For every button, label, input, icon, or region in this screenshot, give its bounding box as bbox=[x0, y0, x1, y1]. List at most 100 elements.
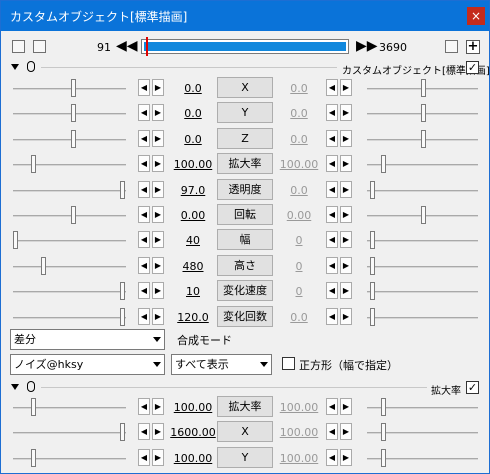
end-slider-track[interactable] bbox=[367, 265, 478, 268]
start-value[interactable]: 100.00 bbox=[170, 401, 216, 414]
decrement-button[interactable]: ◀ bbox=[138, 104, 150, 122]
end-slider-track[interactable] bbox=[367, 316, 478, 319]
start-slider-track[interactable] bbox=[13, 265, 126, 268]
end-slider-thumb[interactable] bbox=[421, 79, 426, 97]
group-enable-checkbox[interactable]: ✓ bbox=[466, 381, 479, 394]
decrement-button[interactable]: ◀ bbox=[138, 282, 150, 300]
increment-button[interactable]: ▶ bbox=[152, 423, 164, 441]
end-value[interactable]: 0 bbox=[276, 260, 322, 273]
start-slider-track[interactable] bbox=[13, 291, 126, 294]
decrement-button[interactable]: ◀ bbox=[326, 206, 338, 223]
start-slider-track[interactable] bbox=[13, 240, 126, 243]
link-icon[interactable] bbox=[445, 40, 458, 53]
title-bar[interactable]: カスタムオブジェクト[標準描画] × bbox=[1, 1, 489, 31]
end-value[interactable]: 0.0 bbox=[276, 107, 322, 120]
start-slider-thumb[interactable] bbox=[120, 282, 125, 301]
increment-button[interactable]: ▶ bbox=[340, 180, 352, 198]
start-slider-thumb[interactable] bbox=[71, 104, 76, 123]
end-slider-thumb[interactable] bbox=[381, 423, 386, 442]
param-button[interactable]: 幅 bbox=[217, 229, 273, 251]
decrement-button[interactable]: ◀ bbox=[138, 256, 150, 274]
start-slider-thumb[interactable] bbox=[120, 180, 125, 199]
increment-button[interactable]: ▶ bbox=[152, 256, 164, 274]
end-value[interactable]: 0 bbox=[276, 234, 322, 247]
increment-button[interactable]: ▶ bbox=[340, 155, 352, 173]
decrement-button[interactable]: ◀ bbox=[138, 398, 150, 415]
end-value[interactable]: 0.0 bbox=[276, 133, 322, 146]
end-value[interactable]: 0.00 bbox=[276, 209, 322, 222]
decrement-button[interactable]: ◀ bbox=[138, 423, 150, 441]
decrement-button[interactable]: ◀ bbox=[326, 104, 338, 122]
increment-button[interactable]: ▶ bbox=[340, 398, 352, 415]
increment-button[interactable]: ▶ bbox=[152, 79, 164, 96]
start-value[interactable]: 0.0 bbox=[170, 82, 216, 95]
start-value[interactable]: 0.0 bbox=[170, 107, 216, 120]
decrement-button[interactable]: ◀ bbox=[138, 180, 150, 198]
start-value[interactable]: 40 bbox=[170, 234, 216, 247]
start-slider-thumb[interactable] bbox=[71, 79, 76, 97]
start-slider-thumb[interactable] bbox=[71, 206, 76, 224]
increment-button[interactable]: ▶ bbox=[152, 282, 164, 300]
end-value[interactable]: 0.0 bbox=[276, 82, 322, 95]
start-slider-track[interactable] bbox=[13, 432, 126, 435]
increment-button[interactable]: ▶ bbox=[152, 155, 164, 173]
start-slider-track[interactable] bbox=[13, 88, 126, 90]
start-slider-thumb[interactable] bbox=[71, 129, 76, 148]
decrement-button[interactable]: ◀ bbox=[138, 155, 150, 173]
end-value[interactable]: 100.00 bbox=[276, 452, 322, 465]
start-slider-thumb[interactable] bbox=[41, 256, 46, 275]
decrement-button[interactable]: ◀ bbox=[326, 79, 338, 96]
end-slider-track[interactable] bbox=[367, 189, 478, 192]
decrement-button[interactable]: ◀ bbox=[326, 448, 338, 466]
timeline-bar[interactable] bbox=[141, 37, 349, 56]
increment-button[interactable]: ▶ bbox=[340, 423, 352, 441]
increment-button[interactable]: ▶ bbox=[152, 231, 164, 249]
start-slider-track[interactable] bbox=[13, 407, 126, 409]
close-button[interactable]: × bbox=[467, 7, 485, 25]
increment-button[interactable]: ▶ bbox=[152, 104, 164, 122]
increment-button[interactable]: ▶ bbox=[152, 129, 164, 147]
end-slider-thumb[interactable] bbox=[381, 155, 386, 174]
end-value[interactable]: 100.00 bbox=[276, 401, 322, 414]
collapse-icon[interactable] bbox=[11, 384, 19, 390]
end-slider-thumb[interactable] bbox=[370, 231, 375, 250]
decrement-button[interactable]: ◀ bbox=[138, 231, 150, 249]
decrement-button[interactable]: ◀ bbox=[326, 398, 338, 415]
start-slider-thumb[interactable] bbox=[31, 448, 36, 467]
timeline-cursor[interactable] bbox=[146, 37, 148, 56]
decrement-button[interactable]: ◀ bbox=[326, 423, 338, 441]
increment-button[interactable]: ▶ bbox=[340, 129, 352, 147]
start-slider-thumb[interactable] bbox=[31, 398, 36, 416]
decrement-button[interactable]: ◀ bbox=[326, 231, 338, 249]
start-slider-thumb[interactable] bbox=[31, 155, 36, 174]
end-value[interactable]: 0.0 bbox=[276, 184, 322, 197]
decrement-button[interactable]: ◀ bbox=[326, 282, 338, 300]
start-value[interactable]: 120.0 bbox=[170, 311, 216, 324]
increment-button[interactable]: ▶ bbox=[152, 448, 164, 466]
decrement-button[interactable]: ◀ bbox=[326, 155, 338, 173]
increment-button[interactable]: ▶ bbox=[340, 448, 352, 466]
video-icon[interactable] bbox=[12, 40, 25, 53]
decrement-button[interactable]: ◀ bbox=[138, 307, 150, 325]
start-slider-track[interactable] bbox=[13, 316, 126, 319]
add-filter-button[interactable]: + bbox=[466, 40, 480, 54]
start-slider-track[interactable] bbox=[13, 113, 126, 116]
increment-button[interactable]: ▶ bbox=[340, 231, 352, 249]
param-button[interactable]: 拡大率 bbox=[217, 153, 273, 175]
end-value[interactable]: 100.00 bbox=[276, 426, 322, 439]
increment-button[interactable]: ▶ bbox=[152, 206, 164, 223]
start-value[interactable]: 100.00 bbox=[170, 452, 216, 465]
increment-button[interactable]: ▶ bbox=[340, 282, 352, 300]
increment-button[interactable]: ▶ bbox=[340, 104, 352, 122]
param-button[interactable]: 変化回数 bbox=[217, 305, 273, 327]
decrement-button[interactable]: ◀ bbox=[326, 180, 338, 198]
start-value[interactable]: 100.00 bbox=[170, 158, 216, 171]
square-checkbox[interactable] bbox=[282, 357, 295, 370]
increment-button[interactable]: ▶ bbox=[340, 256, 352, 274]
start-value[interactable]: 480 bbox=[170, 260, 216, 273]
end-slider-thumb[interactable] bbox=[370, 307, 375, 326]
start-slider-thumb[interactable] bbox=[13, 231, 18, 250]
increment-button[interactable]: ▶ bbox=[340, 206, 352, 223]
param-button[interactable]: 透明度 bbox=[217, 178, 273, 200]
decrement-button[interactable]: ◀ bbox=[138, 129, 150, 147]
